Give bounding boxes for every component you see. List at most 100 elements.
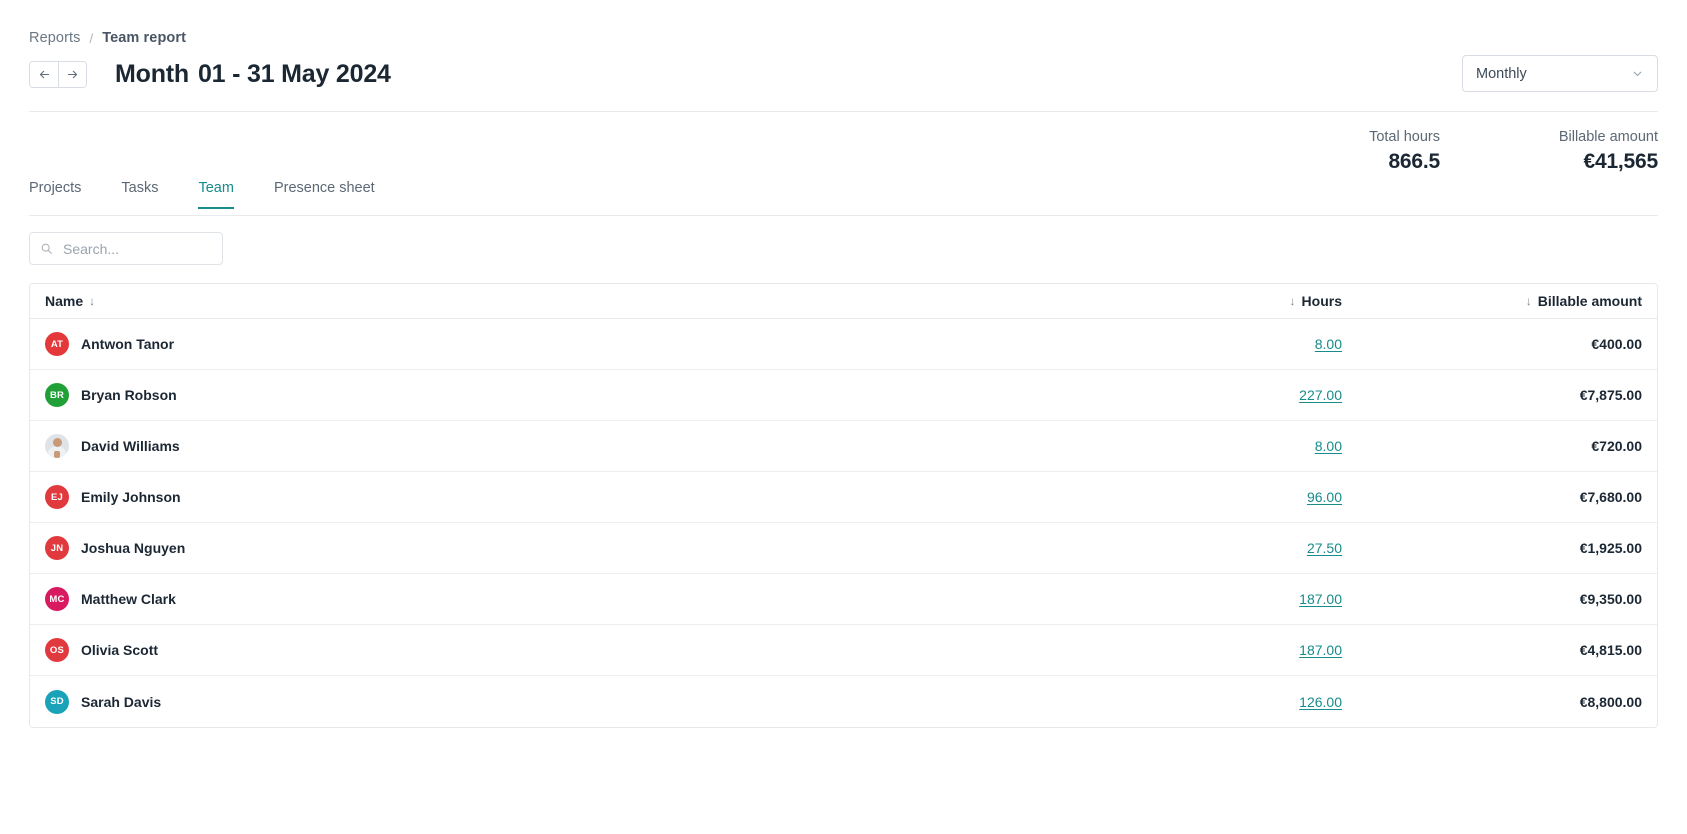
avatar-initials: EJ <box>50 491 64 503</box>
hours-link[interactable]: 126.00 <box>1299 694 1342 710</box>
cell-name: EJ Emily Johnson <box>45 485 1062 509</box>
previous-period-button[interactable] <box>30 61 58 87</box>
avatar-initials: AT <box>50 338 64 350</box>
table-row[interactable]: BR Bryan Robson 227.00 €7,875.00 <box>30 370 1657 421</box>
avatar-initials: OS <box>49 644 65 656</box>
cell-hours: 96.00 <box>1062 489 1342 505</box>
table-row[interactable]: David Williams 8.00 €720.00 <box>30 421 1657 472</box>
hours-link[interactable]: 27.50 <box>1307 540 1342 556</box>
member-name: Emily Johnson <box>81 489 181 505</box>
avatar <box>45 434 69 458</box>
table-body: AT Antwon Tanor 8.00 €400.00 BR Bryan Robson 2… <box>30 319 1657 727</box>
hours-link[interactable]: 187.00 <box>1299 642 1342 658</box>
table-row[interactable]: JN Joshua Nguyen 27.50 €1,925.00 <box>30 523 1657 574</box>
avatar: OS <box>45 638 69 662</box>
cell-billable-amount: €4,815.00 <box>1579 642 1642 658</box>
chevron-down-icon <box>1631 67 1644 80</box>
cell-billable-amount: €1,925.00 <box>1579 540 1642 556</box>
stat-total-hours-value: 866.5 <box>1388 150 1440 173</box>
sort-arrow-icon: ↓ <box>1525 294 1532 308</box>
page-title: Month 01 - 31 May 2024 <box>115 60 391 89</box>
member-name: Antwon Tanor <box>81 336 175 352</box>
hours-link[interactable]: 8.00 <box>1315 336 1342 352</box>
tab-tasks[interactable]: Tasks <box>121 180 158 209</box>
hours-link[interactable]: 227.00 <box>1299 387 1342 403</box>
stat-billable-amount: Billable amount €41,565 <box>1458 127 1658 175</box>
avatar-initials: SD <box>50 696 64 707</box>
title-row: Month 01 - 31 May 2024 <box>29 56 1658 92</box>
table-header-row: Name ↓ ↓ Hours ↓ Billable amount <box>30 284 1657 319</box>
tabs: Projects Tasks Team Presence sheet <box>29 180 1658 215</box>
search-input[interactable] <box>61 239 212 258</box>
column-header-hours[interactable]: ↓ Hours <box>1062 293 1342 309</box>
column-header-name-label: Name <box>45 293 84 309</box>
cell-hours: 8.00 <box>1062 438 1342 454</box>
member-name: Bryan Robson <box>81 387 177 403</box>
cell-name: JN Joshua Nguyen <box>45 536 1062 560</box>
avatar: AT <box>45 332 69 356</box>
cell-name: SD Sarah Davis <box>45 689 1062 714</box>
hours-link[interactable]: 96.00 <box>1307 489 1342 505</box>
avatar: JN <box>45 536 69 560</box>
column-header-billable-amount[interactable]: ↓ Billable amount <box>1342 293 1642 309</box>
cell-hours: 8.00 <box>1062 336 1342 352</box>
avatar: SD <box>45 689 69 714</box>
cell-hours: 227.00 <box>1062 387 1342 403</box>
cell-name: AT Antwon Tanor <box>45 332 1062 356</box>
table-row[interactable]: OS Olivia Scott 187.00 €4,815.00 <box>30 625 1657 676</box>
cell-hours: 187.00 <box>1062 642 1342 658</box>
period-select[interactable]: Monthly <box>1462 55 1658 92</box>
avatar-photo-head <box>52 438 62 447</box>
avatar: MC <box>45 587 69 611</box>
breadcrumb-separator: / <box>89 31 94 46</box>
cell-hours: 27.50 <box>1062 540 1342 556</box>
stat-billable-amount-label: Billable amount <box>1558 129 1658 145</box>
cell-name: MC Matthew Clark <box>45 587 1062 611</box>
header-divider <box>29 111 1658 112</box>
member-name: Sarah Davis <box>81 693 162 710</box>
tabs-divider <box>29 215 1658 216</box>
arrow-left-icon <box>39 70 49 78</box>
cell-billable-amount: €400.00 <box>1591 336 1642 352</box>
column-header-billable-amount-label: Billable amount <box>1537 293 1642 309</box>
avatar-initials: JN <box>50 542 64 554</box>
page-title-range: 01 - 31 May 2024 <box>197 59 391 88</box>
table-row[interactable]: EJ Emily Johnson 96.00 €7,680.00 <box>30 472 1657 523</box>
member-name: Matthew Clark <box>81 591 176 607</box>
table-row[interactable]: MC Matthew Clark 187.00 €9,350.00 <box>30 574 1657 625</box>
table-row[interactable]: SD Sarah Davis 126.00 €8,800.00 <box>30 676 1657 727</box>
tab-team[interactable]: Team <box>198 180 234 209</box>
team-report-page: Reports / Team report Month 01 - 31 May … <box>0 0 1687 834</box>
cell-billable-amount: €720.00 <box>1591 438 1642 454</box>
member-name: David Williams <box>81 438 180 454</box>
period-nav-group <box>29 60 87 88</box>
avatar-photo-collar <box>54 451 60 458</box>
tab-presence-sheet[interactable]: Presence sheet <box>274 180 375 209</box>
cell-billable-amount: €7,875.00 <box>1579 387 1642 403</box>
stat-total-hours-label: Total hours <box>1369 129 1440 145</box>
cell-name: David Williams <box>45 434 1062 458</box>
breadcrumb-reports-link[interactable]: Reports <box>29 29 80 48</box>
page-title-prefix: Month <box>115 59 189 88</box>
stat-billable-amount-value: €41,565 <box>1583 150 1658 173</box>
breadcrumb: Reports / Team report <box>29 29 186 48</box>
search-icon <box>40 242 53 255</box>
cell-billable-amount: €8,800.00 <box>1579 693 1642 710</box>
column-header-name[interactable]: Name ↓ <box>45 293 1062 309</box>
cell-billable-amount: €7,680.00 <box>1579 489 1642 505</box>
arrow-right-icon <box>67 70 78 78</box>
member-name: Olivia Scott <box>81 642 159 658</box>
summary-stats: Total hours 866.5 Billable amount €41,56… <box>1240 127 1658 175</box>
cell-hours: 187.00 <box>1062 591 1342 607</box>
next-period-button[interactable] <box>58 61 86 87</box>
avatar-initials: MC <box>49 593 65 605</box>
tab-projects[interactable]: Projects <box>29 180 81 209</box>
column-header-hours-label: Hours <box>1301 293 1342 309</box>
cell-name: OS Olivia Scott <box>45 638 1062 662</box>
search-box[interactable] <box>29 232 223 265</box>
table-row[interactable]: AT Antwon Tanor 8.00 €400.00 <box>30 319 1657 370</box>
period-select-value: Monthly <box>1476 65 1527 82</box>
hours-link[interactable]: 8.00 <box>1315 438 1342 454</box>
cell-name: BR Bryan Robson <box>45 383 1062 407</box>
hours-link[interactable]: 187.00 <box>1299 591 1342 607</box>
